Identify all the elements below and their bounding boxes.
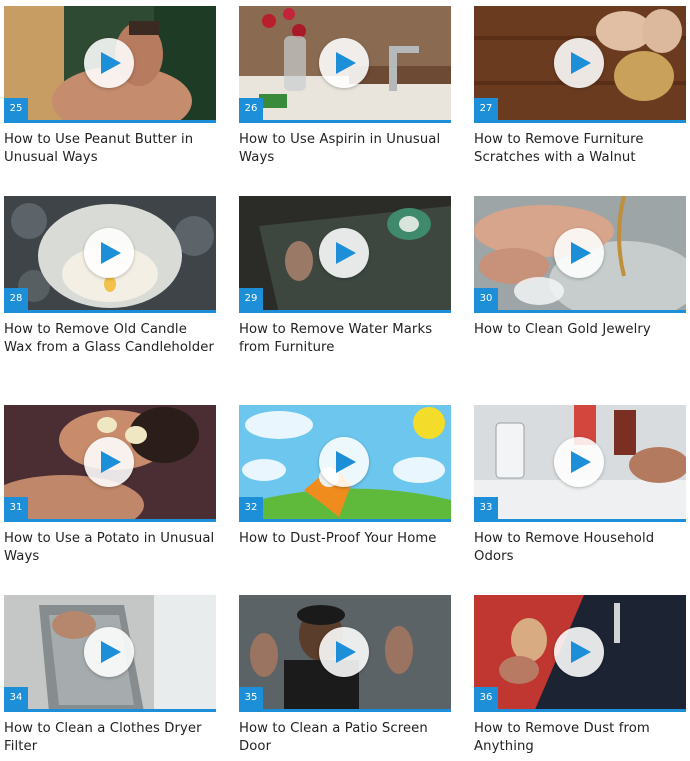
video-thumbnail[interactable]: 25 [4, 6, 216, 123]
play-icon [571, 52, 591, 74]
play-icon [101, 641, 121, 663]
episode-number-badge: 34 [4, 687, 28, 709]
play-icon [571, 451, 591, 473]
video-card[interactable]: 30 How to Clean Gold Jewelry [474, 196, 686, 339]
episode-number-badge: 27 [474, 98, 498, 120]
video-title-link[interactable]: How to Use Peanut Butter in Unusual Ways [4, 131, 216, 167]
video-thumbnail[interactable]: 35 [239, 595, 451, 712]
play-icon [571, 242, 591, 264]
play-button[interactable] [84, 38, 134, 88]
video-card[interactable]: 25 How to Use Peanut Butter in Unusual W… [4, 6, 216, 167]
video-title-link[interactable]: How to Use Aspirin in Unusual Ways [239, 131, 451, 167]
video-thumbnail[interactable]: 30 [474, 196, 686, 313]
video-title-link[interactable]: How to Dust-Proof Your Home [239, 530, 451, 548]
play-button[interactable] [319, 437, 369, 487]
play-icon [336, 451, 356, 473]
episode-number-badge: 25 [4, 98, 28, 120]
video-card[interactable]: 36 How to Remove Dust from Anything [474, 595, 686, 756]
video-card[interactable]: 28 How to Remove Old Candle Wax from a G… [4, 196, 216, 357]
video-thumbnail[interactable]: 28 [4, 196, 216, 313]
episode-number-badge: 31 [4, 497, 28, 519]
play-icon [101, 242, 121, 264]
video-title-link[interactable]: How to Clean Gold Jewelry [474, 321, 686, 339]
video-title-link[interactable]: How to Remove Household Odors [474, 530, 686, 566]
video-title-link[interactable]: How to Clean a Clothes Dryer Filter [4, 720, 216, 756]
play-button[interactable] [319, 38, 369, 88]
play-button[interactable] [84, 627, 134, 677]
play-button[interactable] [554, 627, 604, 677]
episode-number-badge: 35 [239, 687, 263, 709]
episode-number-badge: 33 [474, 497, 498, 519]
video-thumbnail[interactable]: 31 [4, 405, 216, 522]
play-icon [336, 641, 356, 663]
play-button[interactable] [319, 228, 369, 278]
play-button[interactable] [319, 627, 369, 677]
video-card[interactable]: 35 How to Clean a Patio Screen Door [239, 595, 451, 756]
video-card[interactable]: 26 How to Use Aspirin in Unusual Ways [239, 6, 451, 167]
video-card[interactable]: 34 How to Clean a Clothes Dryer Filter [4, 595, 216, 756]
video-thumbnail[interactable]: 32 [239, 405, 451, 522]
video-title-link[interactable]: How to Remove Dust from Anything [474, 720, 686, 756]
play-icon [571, 641, 591, 663]
video-thumbnail[interactable]: 34 [4, 595, 216, 712]
play-icon [101, 52, 121, 74]
play-button[interactable] [554, 437, 604, 487]
play-icon [101, 451, 121, 473]
video-thumbnail[interactable]: 27 [474, 6, 686, 123]
episode-number-badge: 26 [239, 98, 263, 120]
video-card[interactable]: 27 How to Remove Furniture Scratches wit… [474, 6, 686, 167]
episode-number-badge: 32 [239, 497, 263, 519]
video-thumbnail[interactable]: 36 [474, 595, 686, 712]
video-title-link[interactable]: How to Remove Old Candle Wax from a Glas… [4, 321, 216, 357]
video-title-link[interactable]: How to Clean a Patio Screen Door [239, 720, 451, 756]
play-button[interactable] [554, 228, 604, 278]
video-title-link[interactable]: How to Remove Furniture Scratches with a… [474, 131, 686, 167]
video-title-link[interactable]: How to Remove Water Marks from Furniture [239, 321, 451, 357]
video-thumbnail[interactable]: 33 [474, 405, 686, 522]
play-button[interactable] [554, 38, 604, 88]
video-card[interactable]: 32 How to Dust-Proof Your Home [239, 405, 451, 548]
episode-number-badge: 28 [4, 288, 28, 310]
video-card[interactable]: 29 How to Remove Water Marks from Furnit… [239, 196, 451, 357]
play-button[interactable] [84, 437, 134, 487]
video-thumbnail[interactable]: 26 [239, 6, 451, 123]
video-title-link[interactable]: How to Use a Potato in Unusual Ways [4, 530, 216, 566]
episode-number-badge: 30 [474, 288, 498, 310]
video-thumbnail[interactable]: 29 [239, 196, 451, 313]
video-card[interactable]: 33 How to Remove Household Odors [474, 405, 686, 566]
play-icon [336, 52, 356, 74]
video-grid: 25 How to Use Peanut Butter in Unusual W… [0, 0, 690, 761]
play-icon [336, 242, 356, 264]
episode-number-badge: 29 [239, 288, 263, 310]
play-button[interactable] [84, 228, 134, 278]
video-card[interactable]: 31 How to Use a Potato in Unusual Ways [4, 405, 216, 566]
episode-number-badge: 36 [474, 687, 498, 709]
